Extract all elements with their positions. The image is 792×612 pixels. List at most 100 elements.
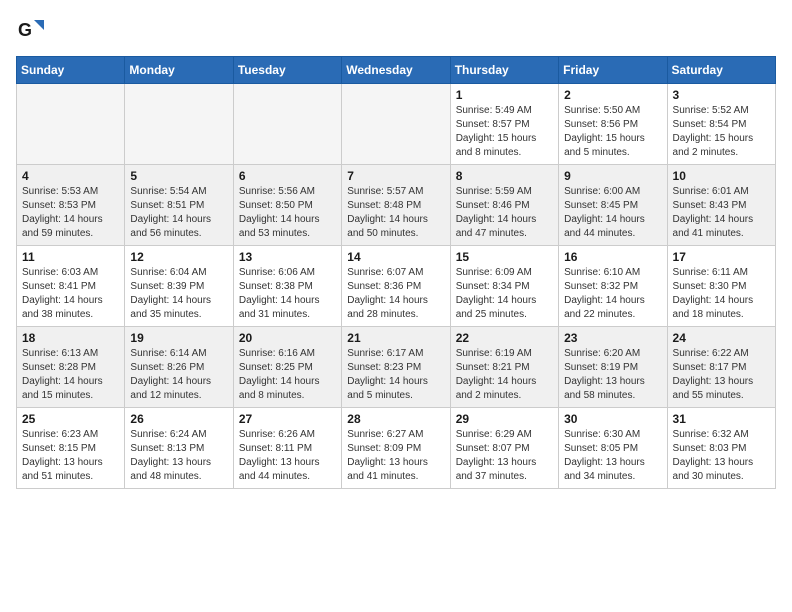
weekday-header: Monday: [125, 57, 233, 84]
calendar-cell: 31Sunrise: 6:32 AM Sunset: 8:03 PM Dayli…: [667, 408, 775, 489]
weekday-header: Thursday: [450, 57, 558, 84]
calendar-cell: 14Sunrise: 6:07 AM Sunset: 8:36 PM Dayli…: [342, 246, 450, 327]
weekday-header: Wednesday: [342, 57, 450, 84]
logo-icon: G: [16, 16, 44, 44]
calendar-cell: 13 Sunrise: 6:06 AM Sunset: 8:38 PM Dayli…: [233, 246, 341, 327]
calendar-cell: 23 Sunrise: 6:20 AM Sunset: 8:19 PM Dayli…: [559, 327, 667, 408]
day-number: 13: [239, 250, 336, 264]
day-info: Sunrise: 6:01 AM Sunset: 8:43 PM Dayligh…: [673, 185, 770, 241]
weekday-header: Saturday: [667, 57, 775, 84]
day-info: Sunrise: 6:07 AM Sunset: 8:36 PM Dayligh…: [347, 266, 444, 322]
day-info: Sunrise: 6:16 AM Sunset: 8:25 PM Dayligh…: [239, 347, 336, 403]
day-info: Sunrise: 6:03 AM Sunset: 8:41 PM Dayligh…: [22, 266, 119, 322]
day-number: 18: [22, 331, 119, 345]
day-info: Sunrise: 6:19 AM Sunset: 8:21 PM Dayligh…: [456, 347, 553, 403]
calendar-table: SundayMondayTuesdayWednesdayThursdayFrid…: [16, 56, 776, 489]
day-info: Sunrise: 5:49 AM Sunset: 8:57 PM Dayligh…: [456, 104, 553, 160]
weekday-header: Sunday: [17, 57, 125, 84]
day-number: 5: [130, 169, 227, 183]
day-info: Sunrise: 6:04 AM Sunset: 8:39 PM Dayligh…: [130, 266, 227, 322]
day-number: 20: [239, 331, 336, 345]
day-info: Sunrise: 6:14 AM Sunset: 8:26 PM Dayligh…: [130, 347, 227, 403]
calendar-cell: 20 Sunrise: 6:16 AM Sunset: 8:25 PM Dayli…: [233, 327, 341, 408]
svg-text:G: G: [18, 20, 32, 40]
day-info: Sunrise: 5:59 AM Sunset: 8:46 PM Dayligh…: [456, 185, 553, 241]
day-info: Sunrise: 5:54 AM Sunset: 8:51 PM Dayligh…: [130, 185, 227, 241]
calendar-cell: 28 Sunrise: 6:27 AM Sunset: 8:09 PM Dayli…: [342, 408, 450, 489]
calendar-cell: 6 Sunrise: 5:56 AM Sunset: 8:50 PM Daylig…: [233, 165, 341, 246]
calendar-week-row: 1 Sunrise: 5:49 AM Sunset: 8:57 PM Daylig…: [17, 84, 776, 165]
day-number: 31: [673, 412, 770, 426]
day-number: 24: [673, 331, 770, 345]
calendar-cell: 16 Sunrise: 6:10 AM Sunset: 8:32 PM Dayli…: [559, 246, 667, 327]
day-number: 10: [673, 169, 770, 183]
day-number: 6: [239, 169, 336, 183]
calendar-cell: 12 Sunrise: 6:04 AM Sunset: 8:39 PM Dayli…: [125, 246, 233, 327]
day-number: 26: [130, 412, 227, 426]
calendar-cell: 3Sunrise: 5:52 AM Sunset: 8:54 PM Daylig…: [667, 84, 775, 165]
weekday-header: Tuesday: [233, 57, 341, 84]
calendar-week-row: 25 Sunrise: 6:23 AM Sunset: 8:15 PM Dayli…: [17, 408, 776, 489]
day-number: 8: [456, 169, 553, 183]
logo: G: [16, 16, 48, 44]
day-number: 17: [673, 250, 770, 264]
calendar-cell: 19 Sunrise: 6:14 AM Sunset: 8:26 PM Dayli…: [125, 327, 233, 408]
calendar-week-row: 4Sunrise: 5:53 AM Sunset: 8:53 PM Daylig…: [17, 165, 776, 246]
day-number: 29: [456, 412, 553, 426]
calendar-cell: 30Sunrise: 6:30 AM Sunset: 8:05 PM Dayli…: [559, 408, 667, 489]
day-info: Sunrise: 5:50 AM Sunset: 8:56 PM Dayligh…: [564, 104, 661, 160]
calendar-cell: 17 Sunrise: 6:11 AM Sunset: 8:30 PM Dayli…: [667, 246, 775, 327]
calendar-cell: 8 Sunrise: 5:59 AM Sunset: 8:46 PM Daylig…: [450, 165, 558, 246]
calendar-cell: 11 Sunrise: 6:03 AM Sunset: 8:41 PM Dayli…: [17, 246, 125, 327]
day-number: 25: [22, 412, 119, 426]
day-info: Sunrise: 6:09 AM Sunset: 8:34 PM Dayligh…: [456, 266, 553, 322]
day-number: 23: [564, 331, 661, 345]
calendar-cell: 27Sunrise: 6:26 AM Sunset: 8:11 PM Dayli…: [233, 408, 341, 489]
day-info: Sunrise: 6:11 AM Sunset: 8:30 PM Dayligh…: [673, 266, 770, 322]
calendar-cell: [17, 84, 125, 165]
day-number: 7: [347, 169, 444, 183]
calendar-cell: [342, 84, 450, 165]
calendar-cell: 10 Sunrise: 6:01 AM Sunset: 8:43 PM Dayli…: [667, 165, 775, 246]
weekday-header-row: SundayMondayTuesdayWednesdayThursdayFrid…: [17, 57, 776, 84]
day-info: Sunrise: 5:52 AM Sunset: 8:54 PM Dayligh…: [673, 104, 770, 160]
day-info: Sunrise: 6:23 AM Sunset: 8:15 PM Dayligh…: [22, 428, 119, 484]
calendar-cell: 1 Sunrise: 5:49 AM Sunset: 8:57 PM Daylig…: [450, 84, 558, 165]
day-info: Sunrise: 6:29 AM Sunset: 8:07 PM Dayligh…: [456, 428, 553, 484]
day-number: 22: [456, 331, 553, 345]
day-info: Sunrise: 5:57 AM Sunset: 8:48 PM Dayligh…: [347, 185, 444, 241]
calendar-cell: 25 Sunrise: 6:23 AM Sunset: 8:15 PM Dayli…: [17, 408, 125, 489]
calendar-cell: 26Sunrise: 6:24 AM Sunset: 8:13 PM Dayli…: [125, 408, 233, 489]
day-info: Sunrise: 6:26 AM Sunset: 8:11 PM Dayligh…: [239, 428, 336, 484]
day-number: 21: [347, 331, 444, 345]
day-info: Sunrise: 6:22 AM Sunset: 8:17 PM Dayligh…: [673, 347, 770, 403]
day-number: 19: [130, 331, 227, 345]
calendar-cell: 5 Sunrise: 5:54 AM Sunset: 8:51 PM Daylig…: [125, 165, 233, 246]
day-number: 11: [22, 250, 119, 264]
day-number: 2: [564, 88, 661, 102]
calendar-cell: 7 Sunrise: 5:57 AM Sunset: 8:48 PM Daylig…: [342, 165, 450, 246]
day-info: Sunrise: 6:27 AM Sunset: 8:09 PM Dayligh…: [347, 428, 444, 484]
day-number: 1: [456, 88, 553, 102]
weekday-header: Friday: [559, 57, 667, 84]
calendar-cell: 2 Sunrise: 5:50 AM Sunset: 8:56 PM Daylig…: [559, 84, 667, 165]
day-info: Sunrise: 6:20 AM Sunset: 8:19 PM Dayligh…: [564, 347, 661, 403]
day-number: 28: [347, 412, 444, 426]
day-number: 30: [564, 412, 661, 426]
calendar-cell: 21Sunrise: 6:17 AM Sunset: 8:23 PM Dayli…: [342, 327, 450, 408]
calendar-week-row: 18 Sunrise: 6:13 AM Sunset: 8:28 PM Dayli…: [17, 327, 776, 408]
day-info: Sunrise: 6:06 AM Sunset: 8:38 PM Dayligh…: [239, 266, 336, 322]
day-number: 16: [564, 250, 661, 264]
calendar-cell: 24 Sunrise: 6:22 AM Sunset: 8:17 PM Dayli…: [667, 327, 775, 408]
calendar-cell: 4Sunrise: 5:53 AM Sunset: 8:53 PM Daylig…: [17, 165, 125, 246]
day-info: Sunrise: 5:56 AM Sunset: 8:50 PM Dayligh…: [239, 185, 336, 241]
day-info: Sunrise: 6:10 AM Sunset: 8:32 PM Dayligh…: [564, 266, 661, 322]
day-number: 12: [130, 250, 227, 264]
day-info: Sunrise: 6:00 AM Sunset: 8:45 PM Dayligh…: [564, 185, 661, 241]
calendar-cell: 18 Sunrise: 6:13 AM Sunset: 8:28 PM Dayli…: [17, 327, 125, 408]
calendar-cell: 29 Sunrise: 6:29 AM Sunset: 8:07 PM Dayli…: [450, 408, 558, 489]
calendar-cell: [233, 84, 341, 165]
day-info: Sunrise: 6:13 AM Sunset: 8:28 PM Dayligh…: [22, 347, 119, 403]
day-number: 9: [564, 169, 661, 183]
calendar-cell: 22 Sunrise: 6:19 AM Sunset: 8:21 PM Dayli…: [450, 327, 558, 408]
